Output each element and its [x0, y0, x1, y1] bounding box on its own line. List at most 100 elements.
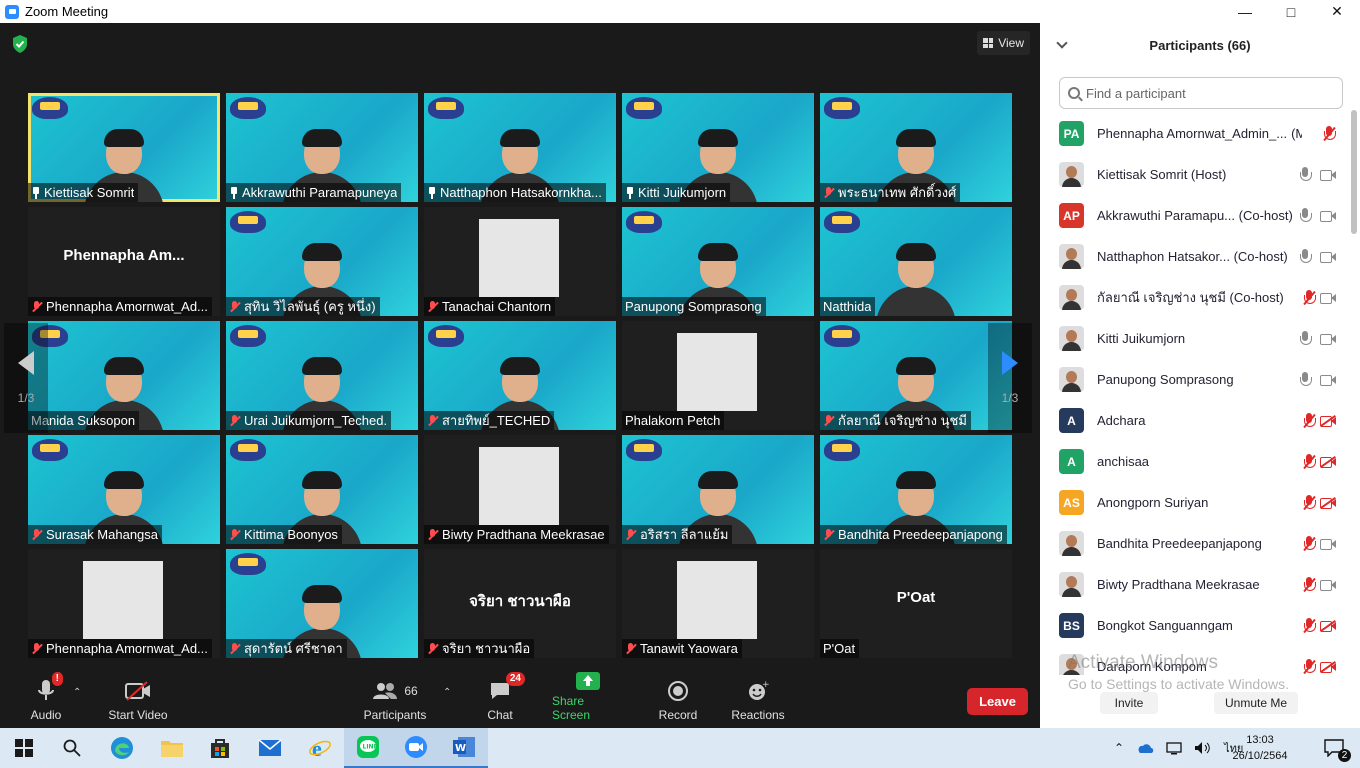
taskbar-clock[interactable]: 13:03 26/10/2564: [1230, 732, 1290, 764]
participant-row[interactable]: Panupong Somprasong: [1040, 359, 1350, 400]
video-tile[interactable]: Phalakorn Petch: [622, 321, 814, 430]
video-tile[interactable]: สุดารัตน์ ศรีชาดา: [226, 549, 418, 658]
video-camera-icon[interactable]: [1320, 251, 1336, 263]
video-off-icon[interactable]: [1320, 619, 1336, 632]
participant-row[interactable]: Biwty Pradthana Meekrasae: [1040, 564, 1350, 605]
participants-button[interactable]: 66 Participants: [362, 673, 428, 728]
collapse-chevron-icon[interactable]: [1056, 37, 1068, 49]
mic-muted-icon[interactable]: [1302, 289, 1316, 307]
chat-button[interactable]: 24 Chat: [480, 672, 525, 728]
next-page-button[interactable]: 1/3: [988, 323, 1032, 433]
video-tile[interactable]: Kitti Juikumjorn: [622, 93, 814, 202]
participants-options-chevron-icon[interactable]: ⌃: [443, 687, 451, 698]
maximize-button[interactable]: □: [1268, 0, 1314, 23]
video-tile[interactable]: กัลยาณี เจริญช่าง นุชมี: [820, 321, 1012, 430]
participant-row[interactable]: Aanchisaa: [1040, 441, 1350, 482]
video-tile[interactable]: Biwty Pradthana Meekrasae: [424, 435, 616, 544]
unmute-me-button[interactable]: Unmute Me: [1214, 692, 1298, 714]
video-tile[interactable]: สายทิพย์_TECHED: [424, 321, 616, 430]
video-tile[interactable]: Natthida: [820, 207, 1012, 316]
store-taskbar-icon[interactable]: [196, 728, 244, 768]
mail-taskbar-icon[interactable]: [246, 728, 294, 768]
video-tile[interactable]: Kiettisak Somrit: [28, 93, 220, 202]
video-off-icon[interactable]: [1320, 414, 1336, 427]
participant-search[interactable]: [1059, 77, 1343, 109]
video-camera-icon[interactable]: [1320, 210, 1336, 222]
mic-muted-icon[interactable]: [1302, 412, 1316, 430]
video-tile[interactable]: P'Oat P'Oat: [820, 549, 1012, 658]
participant-row[interactable]: AS Anongporn Suriyan: [1040, 482, 1350, 523]
video-tile[interactable]: Panupong Somprasong: [622, 207, 814, 316]
video-tile[interactable]: Tanawit Yaowara: [622, 549, 814, 658]
reactions-button[interactable]: + Reactions: [730, 673, 786, 728]
speaker-icon[interactable]: [1194, 741, 1212, 755]
microphone-icon[interactable]: [1298, 248, 1312, 266]
video-tile[interactable]: Natthaphon Hatsakornkha...: [424, 93, 616, 202]
start-button[interactable]: [0, 728, 48, 768]
internet-explorer-taskbar-icon[interactable]: e: [296, 728, 344, 768]
participant-row[interactable]: Kitti Juikumjorn: [1040, 318, 1350, 359]
mic-muted-icon[interactable]: [1302, 535, 1316, 553]
participant-row[interactable]: กัลยาณี เจริญช่าง นุชมี (Co-host): [1040, 277, 1350, 318]
word-taskbar-icon[interactable]: W: [440, 728, 488, 768]
record-button[interactable]: Record: [656, 673, 700, 728]
video-camera-icon[interactable]: [1320, 292, 1336, 304]
participant-row[interactable]: BS Bongkot Sanguanngam: [1040, 605, 1350, 646]
video-tile[interactable]: สุทิน วิไลพันธุ์ (ครู หนึ่ง): [226, 207, 418, 316]
leave-button[interactable]: Leave: [967, 688, 1028, 715]
video-off-icon[interactable]: [1320, 455, 1336, 468]
microphone-icon[interactable]: [1298, 207, 1312, 225]
video-camera-icon[interactable]: [1320, 374, 1336, 386]
participant-row[interactable]: PA Phennapha Amornwat_Admin_...(Me): [1040, 115, 1350, 154]
zoom-taskbar-icon[interactable]: [392, 728, 440, 768]
video-tile[interactable]: อริสรา ลีลาแย้ม: [622, 435, 814, 544]
view-button[interactable]: View: [977, 31, 1030, 55]
invite-button[interactable]: Invite: [1100, 692, 1158, 714]
edge-taskbar-icon[interactable]: [98, 728, 146, 768]
video-tile[interactable]: Tanachai Chantorn: [424, 207, 616, 316]
tray-overflow-chevron-icon[interactable]: ⌃: [1114, 741, 1124, 755]
video-camera-icon[interactable]: [1320, 579, 1336, 591]
mic-muted-icon[interactable]: [1322, 125, 1336, 143]
participant-row[interactable]: A Adchara: [1040, 400, 1350, 441]
video-camera-icon[interactable]: [1320, 538, 1336, 550]
video-tile[interactable]: Kittima Boonyos: [226, 435, 418, 544]
microphone-icon[interactable]: [1298, 166, 1312, 184]
audio-button[interactable]: ! Audio: [26, 672, 66, 728]
onedrive-cloud-icon[interactable]: [1136, 742, 1154, 754]
video-camera-icon[interactable]: [1320, 169, 1336, 181]
video-tile[interactable]: จริยา ชาวนาผือ จริยา ชาวนาผือ: [424, 549, 616, 658]
participant-row[interactable]: AP Akkrawuthi Paramapu... (Co-host): [1040, 195, 1350, 236]
participant-row[interactable]: Kiettisak Somrit (Host): [1040, 154, 1350, 195]
video-camera-icon[interactable]: [1320, 333, 1336, 345]
video-tile[interactable]: Urai Juikumjorn_Teched.: [226, 321, 418, 430]
start-video-button[interactable]: Start Video: [104, 673, 172, 728]
audio-options-chevron-icon[interactable]: ⌃: [73, 687, 81, 698]
participant-search-input[interactable]: [1086, 85, 1326, 101]
mic-muted-icon[interactable]: [1302, 453, 1316, 471]
security-shield-icon[interactable]: [12, 35, 28, 53]
microphone-icon[interactable]: [1298, 371, 1312, 389]
network-icon[interactable]: [1166, 741, 1182, 755]
video-tile[interactable]: Surasak Mahangsa: [28, 435, 220, 544]
mic-muted-icon[interactable]: [1302, 494, 1316, 512]
minimize-button[interactable]: —: [1222, 0, 1268, 23]
mic-muted-icon[interactable]: [1302, 617, 1316, 635]
video-tile[interactable]: Bandhita Preedeepanjapong: [820, 435, 1012, 544]
microphone-icon[interactable]: [1298, 330, 1312, 348]
video-tile[interactable]: Akkrawuthi Paramapuneya: [226, 93, 418, 202]
mic-muted-icon[interactable]: [1302, 576, 1316, 594]
action-center-button[interactable]: 2: [1310, 728, 1358, 768]
close-button[interactable]: ✕: [1314, 0, 1360, 23]
video-tile[interactable]: Phennapha Am... Phennapha Amornwat_Ad...: [28, 207, 220, 316]
video-off-icon[interactable]: [1320, 496, 1336, 509]
video-tile[interactable]: Manida Suksopon: [28, 321, 220, 430]
video-tile[interactable]: Phennapha Amornwat_Ad...: [28, 549, 220, 658]
participant-row[interactable]: Natthaphon Hatsakor... (Co-host): [1040, 236, 1350, 277]
file-explorer-taskbar-icon[interactable]: [148, 728, 196, 768]
taskbar-search-button[interactable]: [48, 728, 96, 768]
video-tile[interactable]: พระธนาเทพ ศักดิ์วงศ์: [820, 93, 1012, 202]
participant-list-scrollbar[interactable]: [1351, 110, 1357, 234]
previous-page-button[interactable]: 1/3: [4, 323, 48, 433]
participant-row[interactable]: Bandhita Preedeepanjapong: [1040, 523, 1350, 564]
